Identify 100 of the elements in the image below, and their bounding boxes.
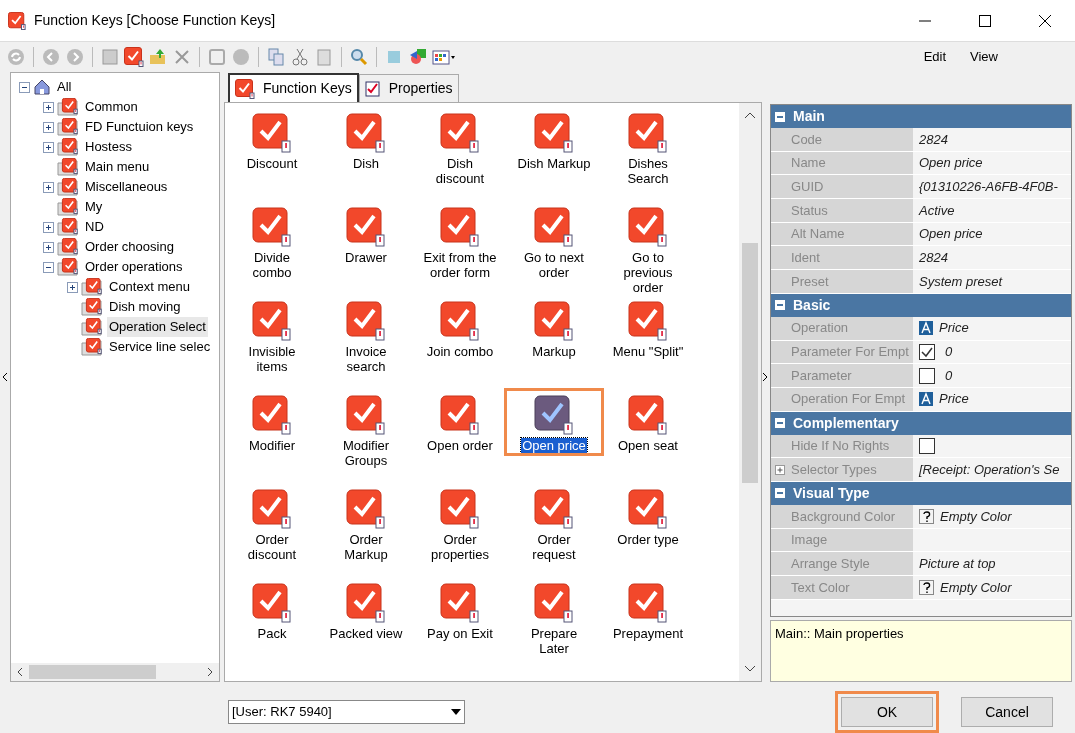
checkmark-tile-icon[interactable] (628, 301, 668, 341)
cut-icon[interactable] (290, 47, 310, 67)
function-key-label[interactable]: Menu "Split" (611, 344, 685, 359)
function-key-label[interactable]: Drawer (344, 250, 388, 265)
function-key-label[interactable]: Dish discount (421, 156, 499, 186)
tree-item[interactable]: My (83, 197, 105, 217)
checkmark-tile-icon[interactable] (252, 301, 292, 341)
checkmark-icon[interactable] (124, 47, 144, 67)
checkmark-tile-icon[interactable] (346, 489, 386, 529)
function-key-label[interactable]: Order request (515, 532, 593, 562)
function-key-label[interactable]: Discount (245, 156, 299, 171)
checkmark-tile-icon[interactable] (534, 301, 574, 341)
maximize-icon[interactable] (979, 14, 991, 27)
tree-item[interactable]: Context menu (107, 277, 192, 297)
color-picker[interactable] (919, 508, 934, 524)
function-key-label[interactable]: Markup (531, 344, 577, 359)
menu-item[interactable]: Edit (923, 47, 947, 67)
function-key-label[interactable]: Join combo (425, 344, 495, 359)
expand-icon[interactable] (67, 281, 78, 293)
checkbox[interactable] (919, 437, 935, 454)
checkmark-tile-icon[interactable] (346, 301, 386, 341)
checkmark-tile-icon[interactable] (440, 207, 480, 247)
checkmark-tile-icon[interactable] (346, 395, 386, 435)
color-picker[interactable] (919, 579, 934, 595)
tree-item[interactable]: All (55, 77, 74, 97)
function-key-label[interactable]: Dishes Search (609, 156, 687, 186)
folder-up-icon[interactable] (148, 47, 168, 67)
tree-item[interactable]: Miscellaneous (83, 177, 170, 197)
checkmark-tile-icon[interactable] (628, 583, 668, 623)
function-key-label[interactable]: Modifier (247, 438, 297, 453)
function-key-label[interactable]: Open order (426, 438, 494, 453)
function-key-label[interactable]: Order properties (421, 532, 499, 562)
checkmark-tile-icon[interactable] (628, 395, 668, 435)
dialog-button[interactable]: OK (841, 697, 933, 727)
function-key-label[interactable]: Pack (256, 626, 288, 641)
function-key-label[interactable]: Modifier Groups (327, 438, 405, 468)
checkmark-tile-icon[interactable] (628, 207, 668, 247)
function-key-label[interactable]: Prepayment (611, 626, 685, 641)
tree-item[interactable]: Operation Select (107, 317, 208, 337)
expand-icon[interactable] (43, 221, 54, 233)
copy-icon[interactable] (266, 47, 286, 67)
expand-icon[interactable] (43, 141, 54, 153)
collapse-icon[interactable] (775, 418, 785, 429)
checkmark-tile-icon[interactable] (252, 113, 292, 153)
checkmark-tile-icon[interactable] (440, 583, 480, 623)
checkmark-tile-icon[interactable] (534, 207, 574, 247)
checkmark-tile-icon[interactable] (440, 395, 480, 435)
collapse-icon[interactable] (775, 111, 785, 122)
function-key-label[interactable]: Prepare Later (515, 626, 593, 656)
expand-icon[interactable] (43, 121, 54, 133)
tree-item[interactable]: Order choosing (83, 237, 176, 257)
function-key-label[interactable]: Open seat (617, 438, 679, 453)
user-dropdown[interactable]: [User: RK7 5940] (228, 700, 465, 724)
function-key-label[interactable]: Divide combo (233, 250, 311, 280)
section-header[interactable]: Basic (771, 293, 1071, 317)
close-icon[interactable] (1039, 14, 1051, 27)
function-key-label[interactable]: Pay on Exit (426, 626, 494, 641)
scrollbar-thumb[interactable] (29, 665, 157, 679)
checkmark-tile-icon[interactable] (346, 113, 386, 153)
function-key-label[interactable]: Order type (616, 532, 680, 547)
function-key-label[interactable]: Invisible items (233, 344, 311, 374)
checkmark-tile-icon[interactable] (252, 583, 292, 623)
checkbox[interactable] (919, 367, 935, 384)
tree-item[interactable]: Main menu (83, 157, 152, 177)
collapse-right-icon[interactable] (762, 372, 768, 382)
checkmark-tile-icon[interactable] (534, 395, 574, 435)
function-key-label[interactable]: Exit from the order form (421, 250, 499, 280)
section-header[interactable]: Visual Type (771, 481, 1071, 505)
checkmark-tile-icon[interactable] (440, 113, 480, 153)
tree-item[interactable]: Dish moving (107, 297, 183, 317)
scroll-up-icon[interactable] (744, 111, 756, 119)
section-header[interactable]: Complementary (771, 411, 1071, 435)
collapse-icon[interactable] (43, 261, 54, 273)
search-icon[interactable] (349, 47, 369, 67)
collapse-icon[interactable] (19, 81, 30, 93)
tree-item[interactable]: FD Functuion keys (83, 117, 196, 137)
checkmark-tile-icon[interactable] (252, 489, 292, 529)
function-key-label[interactable]: Invoice search (327, 344, 405, 374)
tree-item[interactable]: Order operations (83, 257, 185, 277)
shapes-icon[interactable] (408, 47, 428, 67)
function-key-label[interactable]: Open price (521, 438, 587, 453)
expand-icon[interactable] (43, 241, 54, 253)
menu-item[interactable]: View (970, 47, 998, 67)
tab[interactable]: Properties (358, 74, 459, 102)
checkmark-tile-icon[interactable] (440, 489, 480, 529)
function-key-label[interactable]: Order Markup (327, 532, 405, 562)
expand-icon[interactable] (43, 101, 54, 113)
dialog-button[interactable]: Cancel (961, 697, 1053, 727)
checkmark-tile-icon[interactable] (628, 113, 668, 153)
checkmark-tile-icon[interactable] (252, 395, 292, 435)
checkmark-tile-icon[interactable] (534, 583, 574, 623)
checkmark-tile-icon[interactable] (346, 207, 386, 247)
function-key-label[interactable]: Go to next order (515, 250, 593, 280)
tree-item[interactable]: Common (83, 97, 140, 117)
checkmark-tile-icon[interactable] (440, 301, 480, 341)
tree-item[interactable]: Service line selec (107, 337, 213, 357)
checkmark-tile-icon[interactable] (534, 489, 574, 529)
checkmark-tile-icon[interactable] (534, 113, 574, 153)
grid-view-icon[interactable] (432, 47, 456, 67)
tree-item[interactable]: Hostess (83, 137, 134, 157)
